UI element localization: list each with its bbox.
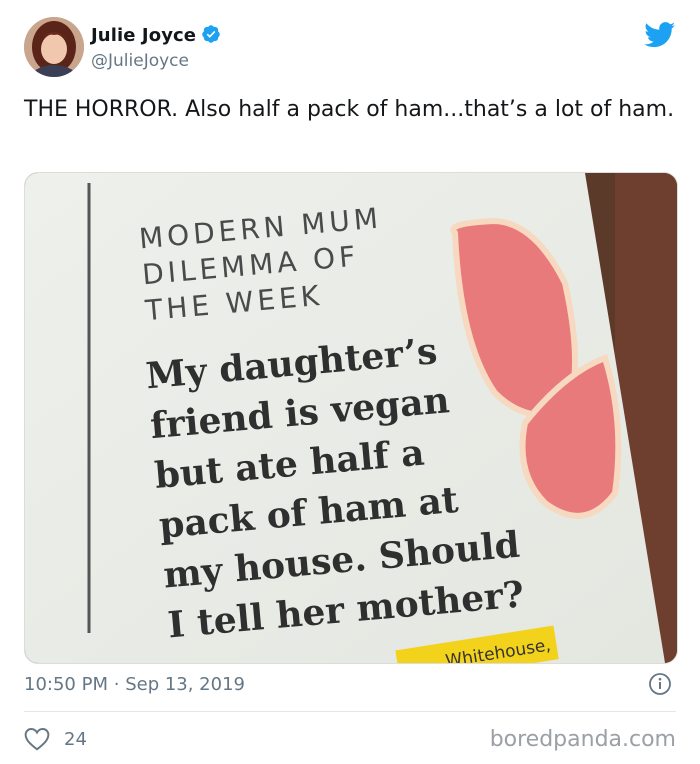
tweet-text: THE HORROR. Also half a pack of ham...th…: [24, 97, 675, 122]
verified-badge-icon: [201, 24, 221, 49]
timestamp-separator: ·: [113, 674, 120, 695]
info-icon[interactable]: [648, 672, 672, 700]
author-name[interactable]: Julie Joyce: [91, 24, 221, 49]
tweet-time[interactable]: 10:50 PM: [24, 674, 108, 695]
tweet-card: Julie Joyce @JulieJoyce THE HORROR. Also…: [0, 0, 700, 764]
twitter-bird-icon[interactable]: [644, 22, 676, 52]
tweet-photo[interactable]: MODERN MUM DILEMMA OF THE WEEK My daught…: [24, 172, 678, 664]
tweet-timestamp[interactable]: 10:50 PM · Sep 13, 2019: [24, 674, 245, 695]
avatar[interactable]: [24, 17, 84, 77]
tweet-date[interactable]: Sep 13, 2019: [125, 674, 245, 695]
heart-icon[interactable]: [24, 727, 50, 751]
author-name-text[interactable]: Julie Joyce: [91, 25, 196, 46]
watermark: boredpanda.com: [489, 727, 676, 752]
like-count: 24: [64, 728, 87, 750]
divider: [24, 711, 676, 712]
author-handle[interactable]: @JulieJoyce: [91, 51, 189, 71]
like-action[interactable]: 24: [24, 727, 87, 751]
